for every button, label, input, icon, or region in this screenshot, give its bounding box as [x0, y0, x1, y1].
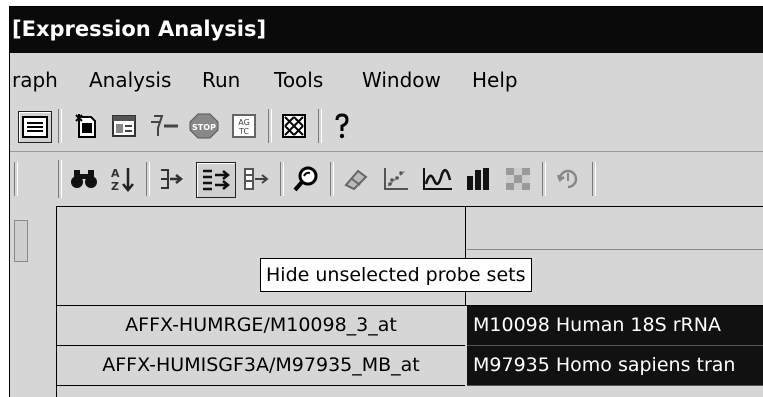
svg-text:AG: AG [238, 118, 250, 127]
binoculars-icon[interactable] [68, 164, 100, 194]
table-row-description[interactable]: M97935 Homo sapiens tran [467, 346, 763, 386]
eraser-icon[interactable] [340, 164, 372, 194]
pattern-icon[interactable] [278, 111, 310, 141]
sort-az-icon[interactable]: AZ [106, 164, 138, 194]
sequence-icon[interactable]: AG TC [228, 111, 260, 141]
new-document-icon[interactable] [70, 111, 102, 141]
toolbar-separator [146, 162, 150, 196]
table-row-probe-set[interactable]: AFFX-HUMRGE/M10098_3_at [57, 306, 465, 346]
list-view-icon[interactable] [18, 111, 52, 143]
toolbar-separator [58, 109, 62, 143]
title-bar: [Expression Analysis] [10, 7, 763, 53]
menu-bar: raph Analysis Run Tools Window Help [10, 53, 763, 104]
toolbar-separator [14, 162, 18, 196]
zoom-icon[interactable] [290, 164, 322, 194]
expand-icon[interactable] [240, 164, 272, 194]
svg-text:TC: TC [238, 127, 249, 136]
menu-graph[interactable]: raph [12, 68, 58, 92]
toolbar-separator [330, 162, 334, 196]
window-icon[interactable] [108, 111, 140, 141]
menu-run[interactable]: Run [202, 68, 240, 92]
menu-analysis[interactable]: Analysis [89, 68, 171, 92]
analysis-toolbar: AZ [10, 152, 763, 206]
table-row-probe-set[interactable]: AFFX-HUMISGF3A/M97935_MB_at [57, 346, 465, 386]
table-row-description[interactable]: M10098 Human 18S rRNA [467, 306, 763, 346]
toolbar-separator [592, 162, 596, 196]
stop-icon[interactable]: STOP [186, 111, 222, 141]
show-selected-icon[interactable] [156, 164, 188, 194]
filter-icon[interactable] [146, 111, 182, 141]
toolbar-separator [318, 109, 322, 143]
toolbar-separator [542, 162, 546, 196]
expression-table: AFFX-HUMRGE/M10098_3_at M10098 Human 18S… [56, 206, 763, 397]
bar-chart-icon[interactable] [462, 164, 494, 194]
heatmap-icon[interactable] [502, 164, 534, 194]
scatter-plot-icon[interactable] [380, 164, 412, 194]
menu-help[interactable]: Help [472, 68, 518, 92]
app-window: [Expression Analysis] raph Analysis Run … [9, 6, 763, 397]
panel-scroll-handle[interactable] [14, 220, 28, 262]
toolbar-separator [280, 162, 284, 196]
help-icon[interactable] [328, 111, 356, 141]
menu-window[interactable]: Window [362, 68, 441, 92]
svg-text:Z: Z [111, 180, 119, 193]
left-panel [10, 206, 50, 397]
svg-text:STOP: STOP [192, 123, 216, 132]
tooltip: Hide unselected probe sets [260, 258, 532, 292]
svg-text:A: A [111, 167, 120, 180]
line-graph-icon[interactable] [420, 164, 456, 194]
menu-tools[interactable]: Tools [274, 68, 323, 92]
toolbar-separator [58, 160, 62, 198]
hide-unselected-icon[interactable] [196, 162, 236, 198]
main-toolbar: STOP AG TC [10, 103, 763, 152]
window-title: [Expression Analysis] [12, 17, 267, 41]
toolbar-separator [268, 109, 272, 143]
header-divider [467, 249, 763, 250]
export-icon[interactable] [552, 164, 584, 194]
